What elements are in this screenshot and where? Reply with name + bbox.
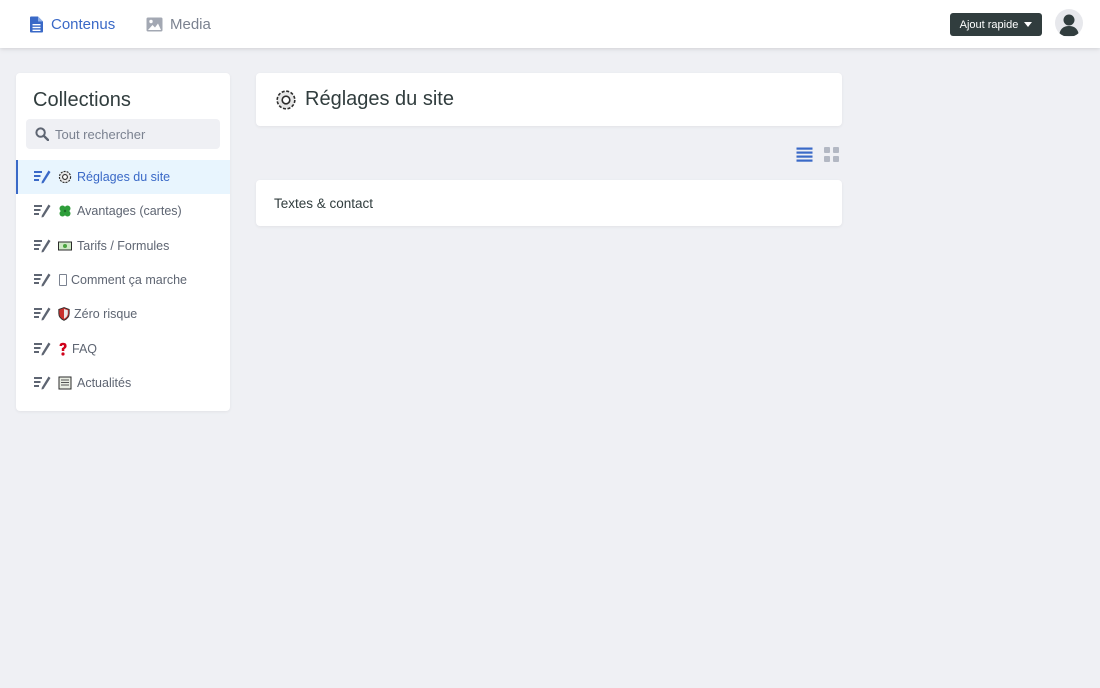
- write-icon: [34, 170, 51, 184]
- nav-contenus[interactable]: Contenus: [29, 0, 115, 48]
- collections-sidebar: Collections Réglages du site: [16, 73, 230, 411]
- caret-down-icon: [1024, 22, 1033, 27]
- grid-view-icon[interactable]: [823, 146, 840, 163]
- sidebar-item-tarifs[interactable]: Tarifs / Formules: [16, 229, 230, 263]
- image-icon: [146, 17, 163, 31]
- shield-emoji-icon: [58, 307, 70, 322]
- write-icon: [34, 342, 51, 356]
- nav-media[interactable]: Media: [146, 0, 211, 48]
- sidebar-item-label: FAQ: [72, 341, 98, 356]
- write-icon: [34, 239, 51, 253]
- write-icon: [34, 204, 51, 218]
- nav-contenus-label: Contenus: [51, 15, 116, 33]
- sidebar-item-label: Actualités: [77, 375, 132, 390]
- sidebar-item-label: Tarifs / Formules: [77, 238, 170, 253]
- sidebar-item-label: Avantages (cartes): [77, 204, 182, 219]
- sidebar-item-label: Réglages du site: [77, 170, 171, 185]
- sidebar-item-faq[interactable]: FAQ: [16, 331, 230, 365]
- write-icon: [34, 273, 51, 287]
- sidebar-item-comment[interactable]: Comment ça marche: [16, 263, 230, 297]
- collection-header: Réglages du site: [256, 73, 842, 126]
- sidebar-item-actualites[interactable]: Actualités: [16, 366, 230, 400]
- nav-media-label: Media: [170, 15, 211, 33]
- write-icon: [34, 376, 51, 390]
- missing-glyph-icon: [59, 274, 67, 287]
- sidebar-item-label: Comment ça marche: [71, 273, 188, 288]
- search-box[interactable]: [26, 119, 220, 149]
- page-title: Réglages du site: [305, 88, 454, 110]
- sidebar-title: Collections: [33, 89, 131, 111]
- quick-add-button[interactable]: Ajout rapide: [950, 13, 1042, 36]
- search-input[interactable]: [55, 119, 215, 149]
- sidebar-item-reglages[interactable]: Réglages du site: [16, 160, 230, 195]
- question-emoji-icon: [59, 342, 67, 356]
- newspaper-emoji-icon: [58, 376, 72, 390]
- search-icon: [35, 127, 49, 141]
- sidebar-item-avantages[interactable]: Avantages (cartes): [16, 194, 230, 228]
- entry-title: Textes & contact: [274, 195, 374, 211]
- gear-emoji-icon: [276, 90, 296, 110]
- clover-emoji-icon: [59, 205, 71, 217]
- collection-list: Réglages du site Avantages (cartes) Tari…: [16, 160, 230, 400]
- document-icon: [30, 16, 43, 32]
- write-icon: [34, 307, 51, 321]
- banknote-emoji-icon: [58, 241, 72, 251]
- top-bar: Contenus Media Ajout rapide: [0, 0, 1100, 48]
- gear-emoji-icon: [58, 170, 72, 184]
- entry-card[interactable]: Textes & contact: [256, 180, 842, 226]
- sidebar-item-label: Zéro risque: [74, 307, 138, 322]
- user-avatar-icon[interactable]: [1055, 9, 1083, 37]
- sidebar-item-zero-risque[interactable]: Zéro risque: [16, 297, 230, 331]
- quick-add-label: Ajout rapide: [959, 18, 1019, 31]
- list-view-icon[interactable]: [796, 146, 813, 163]
